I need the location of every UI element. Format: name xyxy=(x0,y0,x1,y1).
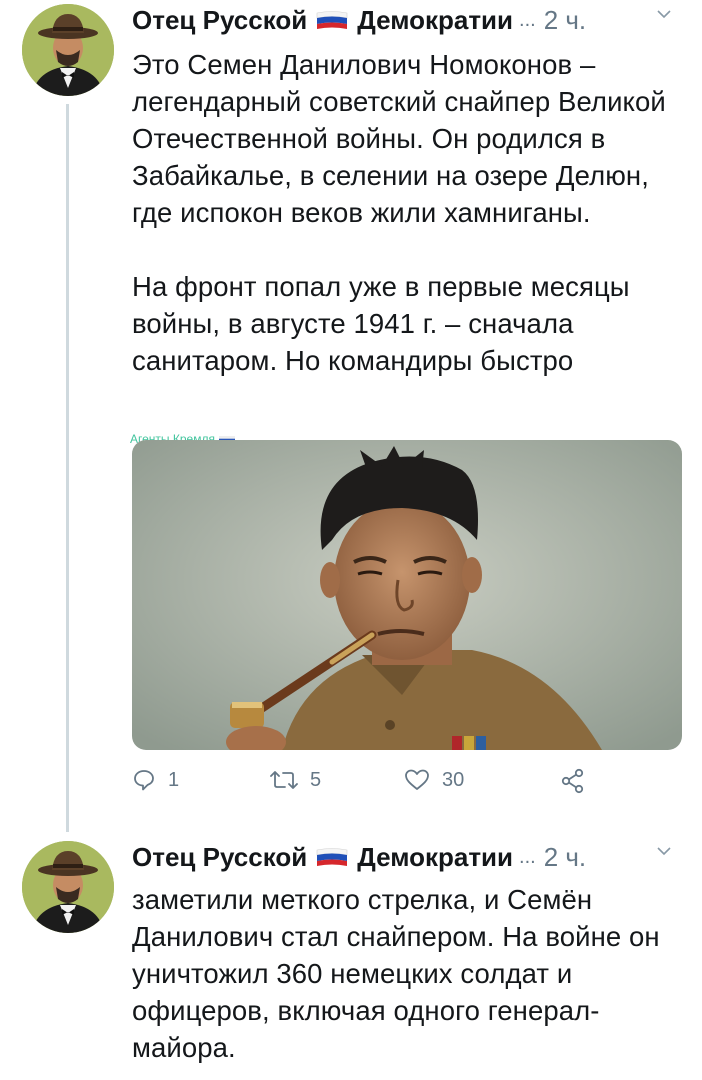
tweet-header: Отец Русской Демократии ... 2 ч. xyxy=(132,0,692,40)
tweet-photo[interactable] xyxy=(132,440,682,750)
tweet: Отец Русской Демократии ... 2 ч. заметил… xyxy=(0,835,702,1080)
retweet-icon xyxy=(270,771,298,789)
tweet-text: Это Семен Данилович Номоконов – легендар… xyxy=(132,46,682,379)
tweet-time[interactable]: 2 ч. xyxy=(544,842,586,873)
author-name[interactable]: Отец Русской xyxy=(132,842,307,873)
tweet-paragraph: На фронт попал уже в первые месяцы войны… xyxy=(132,271,630,376)
reply-count: 1 xyxy=(168,768,180,791)
tweet-time[interactable]: 2 ч. xyxy=(544,5,586,36)
name-ellipsis: ... xyxy=(519,845,536,868)
tweet-paragraph: Это Семен Данилович Номоконов – легендар… xyxy=(132,49,666,228)
retweet-button[interactable]: 5 xyxy=(270,768,321,792)
author-name[interactable]: Отец Русской xyxy=(132,5,307,36)
tweet-actions: 1 5 30 xyxy=(132,768,612,804)
share-icon xyxy=(561,768,584,794)
chevron-down-icon[interactable] xyxy=(656,843,672,859)
thread-line xyxy=(66,104,69,832)
like-count: 30 xyxy=(442,768,465,791)
tweet-text: заметили меткого стрелка, и Семён Данило… xyxy=(132,881,682,1066)
reply-icon xyxy=(134,770,154,791)
tweet: Отец Русской Демократии ... 2 ч. Это Сем… xyxy=(0,0,702,835)
author-name-suffix[interactable]: Демократии xyxy=(357,5,513,36)
tweet-header: Отец Русской Демократии ... 2 ч. xyxy=(132,837,692,877)
avatar[interactable] xyxy=(22,841,114,933)
avatar[interactable] xyxy=(22,4,114,96)
russian-flag-icon xyxy=(315,847,349,869)
russian-flag-icon xyxy=(315,10,349,32)
name-ellipsis: ... xyxy=(519,8,536,31)
like-button[interactable]: 30 xyxy=(404,768,464,792)
author-name-suffix[interactable]: Демократии xyxy=(357,842,513,873)
reply-button[interactable]: 1 xyxy=(132,768,179,792)
retweet-count: 5 xyxy=(310,768,322,791)
heart-icon xyxy=(405,769,429,790)
chevron-down-icon[interactable] xyxy=(656,6,672,22)
share-button[interactable] xyxy=(560,768,586,794)
tweet-paragraph: заметили меткого стрелка, и Семён Данило… xyxy=(132,884,660,1063)
